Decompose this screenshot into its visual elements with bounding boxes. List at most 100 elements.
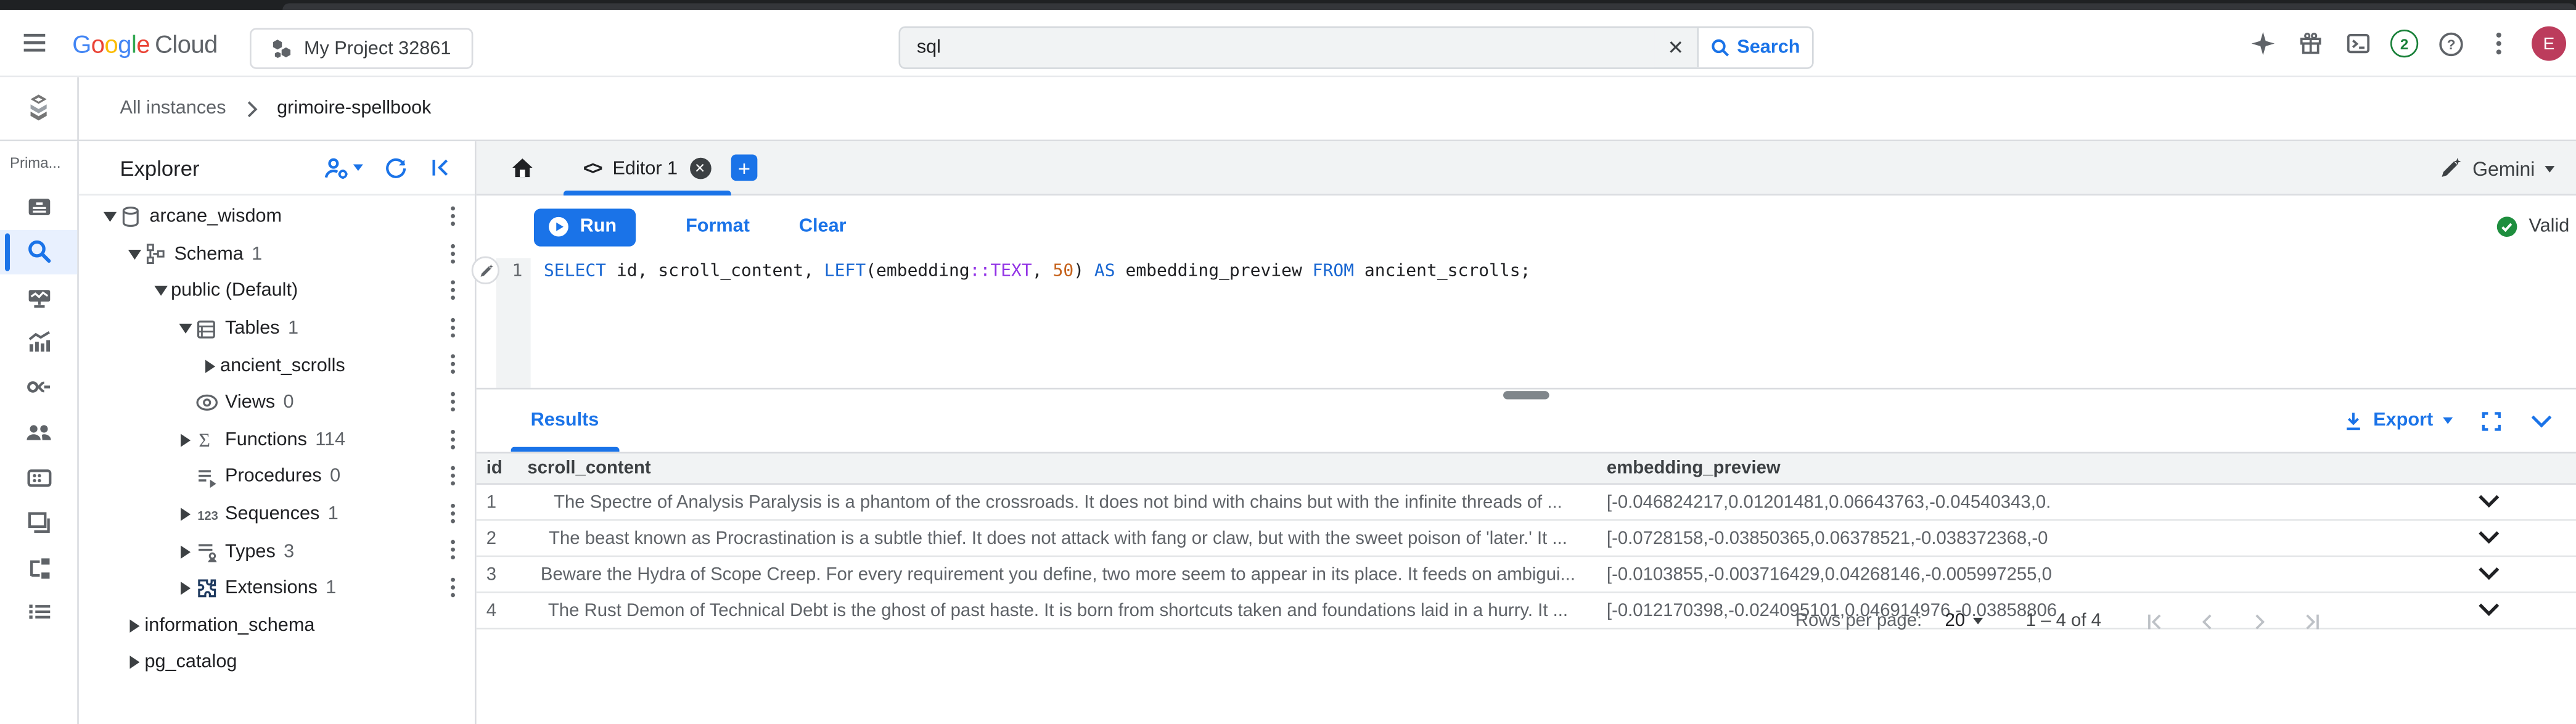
run-button[interactable]: Run [534,208,636,245]
tree-item-arcane-wisdom[interactable]: arcane_wisdom [79,199,475,236]
tree-item-schema[interactable]: Schema 1 [79,236,475,273]
format-button[interactable]: Format [686,217,750,237]
rail-item-backups[interactable] [0,500,77,545]
notifications-badge[interactable]: 2 [2390,30,2418,57]
tree-item-procedures[interactable]: Procedures 0 [79,459,475,496]
rail-item-overview[interactable] [0,184,77,229]
tree-item-information-schema[interactable]: information_schema [79,607,475,644]
expand-row-button[interactable] [2477,495,2500,509]
rail-item-databases[interactable] [0,455,77,500]
user-avatar[interactable]: E [2532,27,2566,61]
table-row[interactable]: 2 The beast known as Procrastination is … [477,521,2576,557]
schema-tree: arcane_wisdom Schema 1 public (Default) … [79,195,475,681]
more-vertical-icon[interactable] [2484,29,2514,59]
kebab-menu-icon[interactable] [449,540,455,561]
kebab-menu-icon[interactable] [449,577,455,598]
table-row[interactable]: 3 Beware the Hydra of Scope Creep. For e… [477,557,2576,593]
column-header-id[interactable]: id [477,458,519,478]
replicas-icon [25,555,52,582]
tab-results[interactable]: Results [511,389,619,451]
tree-item-types[interactable]: Types 3 [79,533,475,570]
collapse-panel-button[interactable] [429,156,451,179]
first-page-button[interactable] [2144,611,2165,632]
expand-arrow-icon[interactable] [123,619,145,632]
gift-icon[interactable] [2295,29,2324,59]
tree-item-public-default[interactable]: public (Default) [79,273,475,310]
export-button[interactable]: Export [2342,410,2453,432]
expand-arrow-icon[interactable] [123,250,145,260]
next-page-button[interactable] [2249,611,2271,632]
expand-arrow-icon[interactable] [174,434,195,446]
gemini-menu-button[interactable]: Gemini [2438,141,2554,195]
tree-item-sequences[interactable]: 123 Sequences 1 [79,496,475,533]
tab-editor-1[interactable]: <> Editor 1 ✕ [564,141,730,195]
expand-arrow-icon[interactable] [174,582,195,595]
rail-item-connections[interactable] [0,365,77,410]
kebab-menu-icon[interactable] [449,465,455,487]
tree-item-tables[interactable]: Tables 1 [79,310,475,347]
rail-item-users[interactable] [0,410,77,455]
refresh-button[interactable] [385,156,408,179]
rail-truncated-label: Prima... [0,141,77,184]
eye-icon [195,393,225,413]
expand-arrow-icon[interactable] [174,545,195,558]
expand-arrow-icon[interactable] [174,508,195,520]
search-clear-icon[interactable]: ✕ [1654,28,1697,67]
rail-item-system-insights[interactable] [0,274,77,319]
project-hexagons-icon [271,38,293,59]
tree-item-views[interactable]: Views 0 [79,384,475,421]
table-row[interactable]: 1 The Spectre of Analysis Paralysis is a… [477,485,2576,521]
fullscreen-button[interactable] [2480,410,2502,432]
expand-row-button[interactable] [2477,567,2500,582]
expand-arrow-icon[interactable] [199,360,220,372]
puzzle-icon [195,577,225,600]
rail-item-query-insights[interactable] [0,319,77,364]
rail-item-operations[interactable] [0,591,77,636]
expand-row-button[interactable] [2477,531,2500,546]
project-selector-button[interactable]: My Project 32861 [250,28,472,69]
gemini-sparkle-icon[interactable] [2247,29,2277,59]
sql-code-line[interactable]: SELECT id, scroll_content, LEFT(embeddin… [544,261,1530,281]
new-tab-button[interactable]: + [731,154,758,181]
previous-page-button[interactable] [2196,611,2218,632]
gemini-inline-edit-button[interactable] [472,257,499,284]
kebab-menu-icon[interactable] [449,317,455,339]
rows-per-page-select[interactable]: 20 [1945,611,1983,631]
search-input[interactable] [900,28,1654,67]
switch-user-button[interactable] [324,155,363,180]
expand-arrow-icon[interactable] [174,324,195,334]
kebab-menu-icon[interactable] [449,354,455,376]
validation-status: Valid [2496,215,2569,238]
kebab-menu-icon[interactable] [449,428,455,450]
last-page-button[interactable] [2302,611,2323,632]
search-button[interactable]: Search [1697,28,1812,67]
cloud-shell-icon[interactable] [2343,29,2373,59]
tree-label: Types [225,541,276,561]
cell-id: 1 [477,492,519,512]
google-cloud-logo[interactable]: GoogleCloud [72,31,218,59]
tree-item-ancient-scrolls[interactable]: ancient_scrolls [79,347,475,384]
tree-item-pg-catalog[interactable]: pg_catalog [79,644,475,681]
kebab-menu-icon[interactable] [449,279,455,301]
column-header-embedding-preview[interactable]: embedding_preview [1597,458,2445,478]
column-header-scroll-content[interactable]: scroll_content [519,458,1597,478]
kebab-menu-icon[interactable] [449,391,455,413]
expand-arrow-icon[interactable] [99,213,120,223]
help-icon[interactable]: ? [2437,29,2466,59]
hamburger-menu-icon[interactable] [22,30,48,56]
collapse-results-button[interactable] [2530,413,2553,428]
sql-editor[interactable]: 1 SELECT id, scroll_content, LEFT(embedd… [477,258,2576,387]
expand-arrow-icon[interactable] [123,656,145,669]
kebab-menu-icon[interactable] [449,205,455,227]
rail-item-cloud-sql-studio[interactable] [0,229,77,274]
breadcrumb-all-instances[interactable]: All instances [120,99,226,118]
tree-item-functions[interactable]: Σ Functions 114 [79,422,475,459]
kebab-menu-icon[interactable] [449,503,455,524]
tree-item-extensions[interactable]: Extensions 1 [79,570,475,607]
close-tab-icon[interactable]: ✕ [689,158,711,179]
kebab-menu-icon[interactable] [449,242,455,264]
rail-item-replicas[interactable] [0,546,77,591]
home-tab-button[interactable] [509,154,536,181]
clear-button[interactable]: Clear [799,217,847,237]
expand-arrow-icon[interactable] [149,287,171,297]
